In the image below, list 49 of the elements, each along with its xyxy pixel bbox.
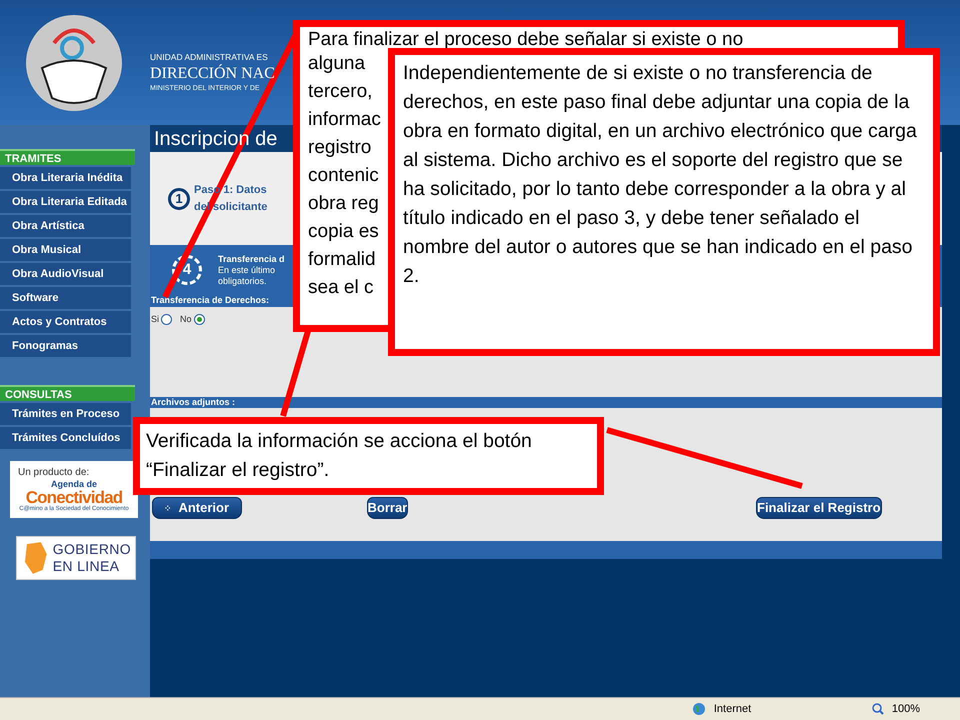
sidebar-item[interactable]: Software [0, 287, 131, 309]
logo-caption: Un producto de: [18, 466, 90, 480]
callout-text: registro [308, 136, 372, 160]
callout-text: sea el c [308, 276, 374, 300]
callout-text: informac [308, 108, 382, 132]
globe-icon [692, 702, 706, 716]
sidebar-item[interactable]: Trámites en Proceso [0, 403, 131, 425]
callout-text: Para finalizar el proceso debe señalar si existe o no [308, 29, 744, 51]
form-button[interactable]: Anterior [152, 497, 242, 519]
org-text: UNIDAD ADMINISTRATIVA ES [150, 50, 268, 64]
radio-button[interactable] [194, 314, 205, 326]
logo-text: GOBIERNO [52, 540, 131, 558]
sidebar-item[interactable]: Trámites Concluídos [0, 427, 131, 449]
step-description: obligatorios. [218, 276, 268, 286]
callout-text: copia es [308, 220, 380, 244]
logo-text: Conectividad [26, 489, 122, 506]
step-description: En este último [218, 264, 276, 276]
callout-text: contenic [308, 164, 380, 188]
step-number: 1 [168, 188, 190, 210]
option-label: Si [151, 313, 160, 326]
option-label: No [180, 313, 192, 326]
sidebar-item[interactable]: Obra Literaria Editada [0, 191, 131, 213]
logo-text: Agenda de [50, 480, 98, 489]
sidebar-item[interactable]: Obra AudioVisual [0, 263, 131, 285]
callout-text: Verificada la información se acciona el botón “Finalizar el registro”. [146, 429, 533, 483]
logo-text: EN LINEA [52, 558, 120, 574]
form-button[interactable]: Borrar [366, 497, 408, 519]
zoom-level: 100% [892, 702, 920, 717]
callout-text: Independientemente de si existe o no transferencia de derechos, en este paso final debe adjuntar una copia de la obra en formato digital, en un archivo electrónico que carga al sistema. Dicho archivo es el soporte del registro que se ha solicitado, por lo tanto debe corresponder a la obra y al título indicado en el paso 3, y debe tener señalado el nombre del autor o autores que se han indicado en el paso 2. [403, 61, 918, 289]
field-heading: Transferencia de Derechos: [151, 294, 270, 308]
zone-label: Internet [714, 702, 752, 717]
step-description: Transferencia d [218, 254, 285, 264]
step-number: 4 [172, 255, 202, 285]
callout-text: formalid [308, 248, 377, 272]
zoom-icon [872, 703, 884, 715]
sidebar-item[interactable]: Obra Musical [0, 239, 131, 261]
attachments-heading: Archivos adjuntos : [150, 397, 942, 408]
section-heading: TRAMITES [0, 149, 135, 165]
sidebar-item[interactable]: Obra Literaria Inédita [0, 167, 131, 189]
callout-text: obra reg [308, 192, 380, 216]
section-heading: CONSULTAS [0, 385, 135, 401]
callout-text: alguna [308, 52, 366, 76]
form-button[interactable]: Finalizar el Registro [756, 497, 882, 519]
sidebar-item[interactable]: Fonogramas [0, 335, 131, 357]
sidebar-item[interactable]: Obra Artística [0, 215, 131, 237]
callout-text: tercero, [308, 80, 374, 104]
sidebar-item[interactable]: Actos y Contratos [0, 311, 131, 333]
radio-button[interactable] [161, 314, 172, 326]
org-title: DIRECCIÓN NAC [150, 64, 275, 84]
